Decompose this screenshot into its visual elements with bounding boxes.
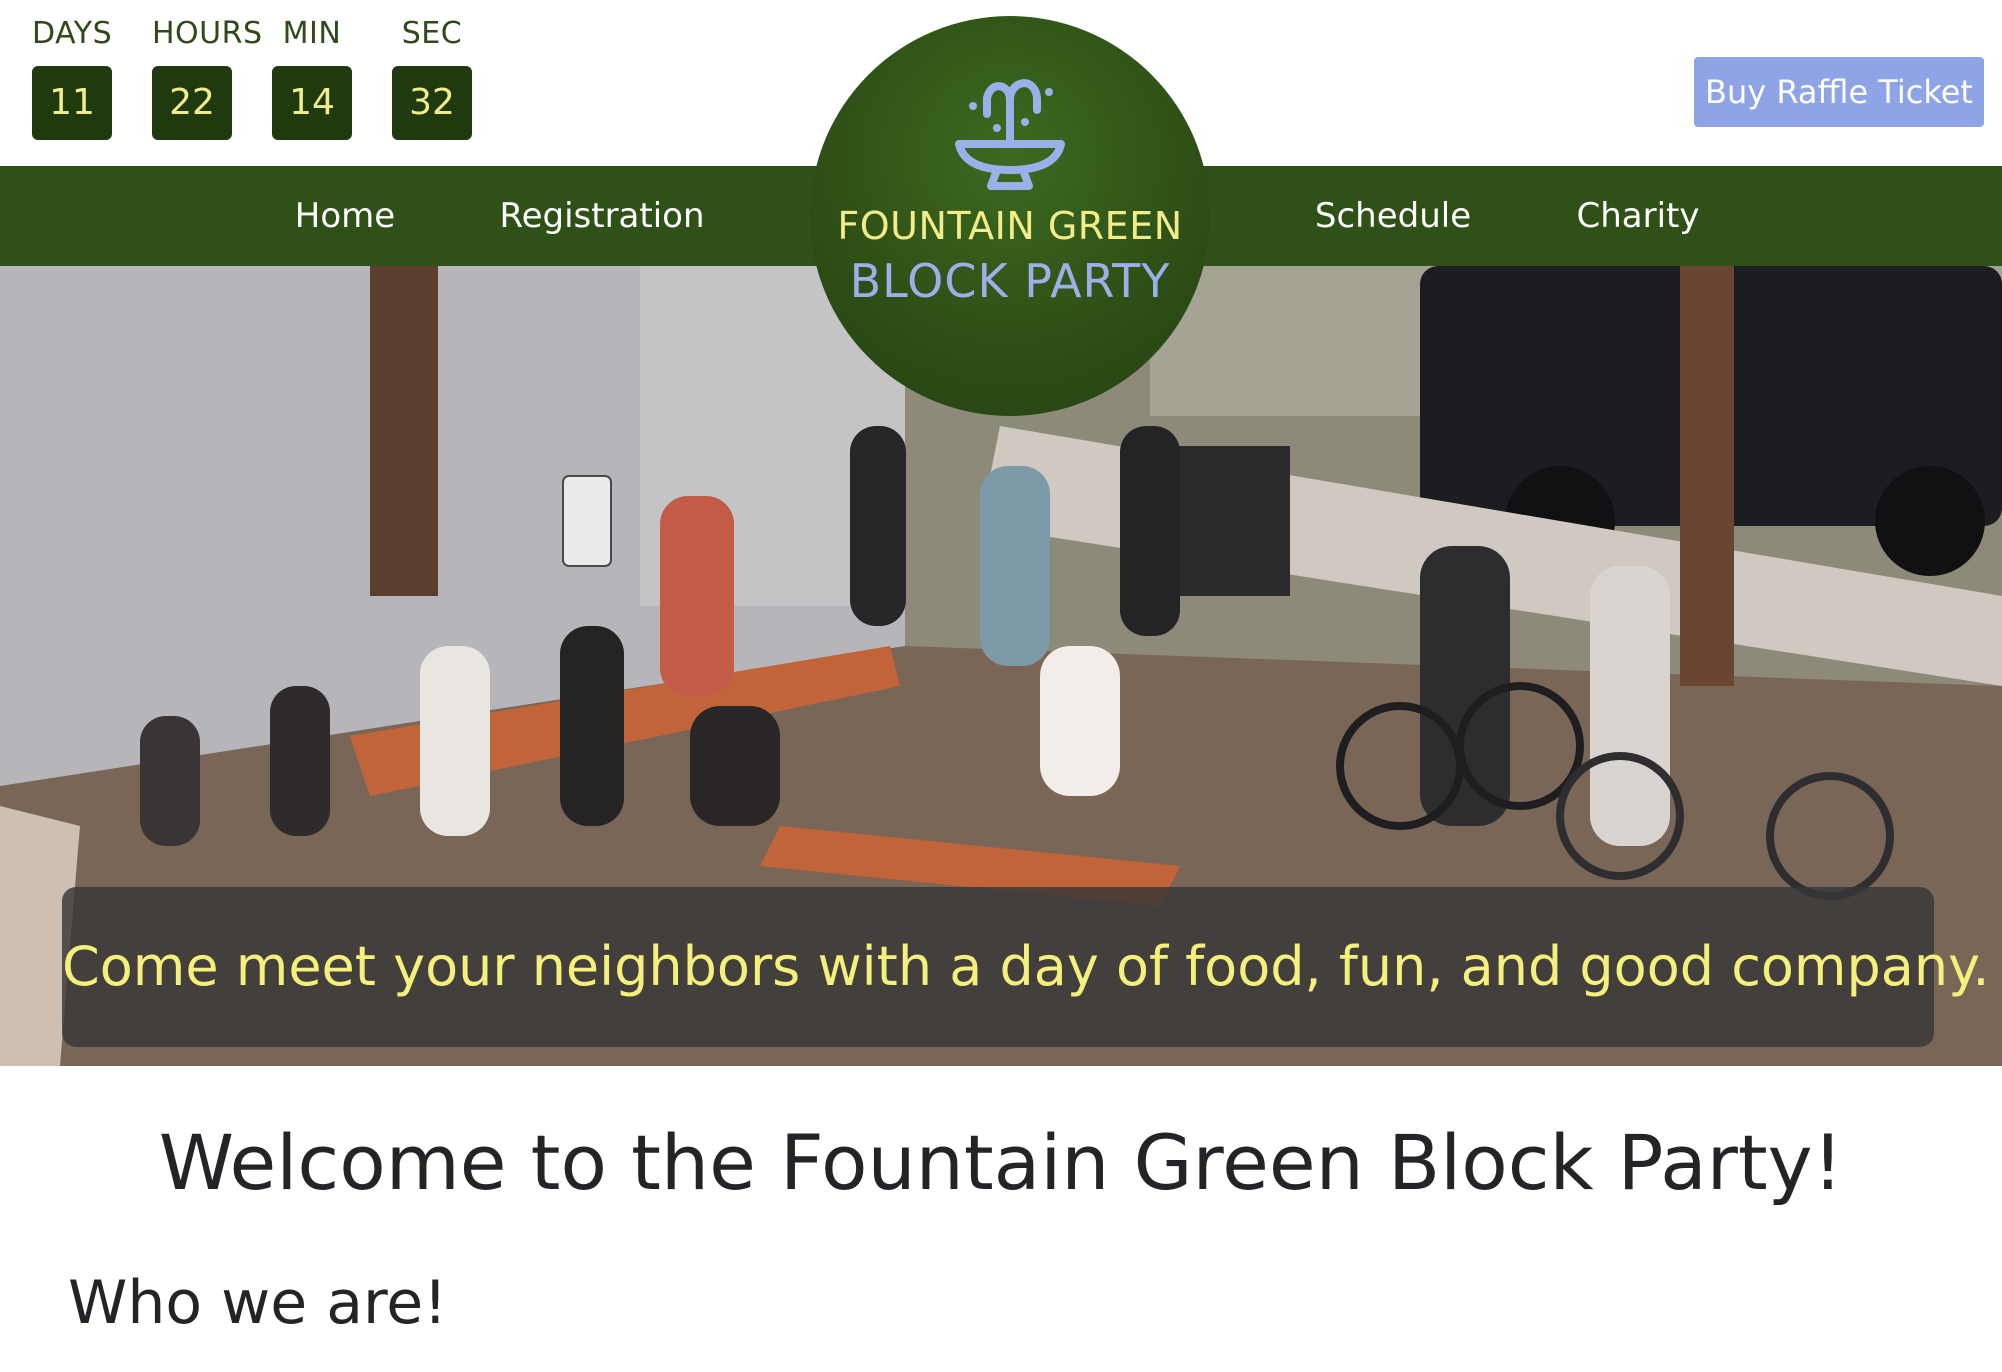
hero-caption: Come meet your neighbors with a day of f… [62, 887, 1990, 1047]
nav-item-registration[interactable]: Registration [499, 166, 704, 266]
countdown-min-value: 14 [272, 66, 352, 140]
countdown-timer: DAYS 11 HOURS 22 MIN 14 SEC 32 [0, 0, 520, 166]
fountain-icon [955, 79, 1065, 190]
countdown-days-value: 11 [32, 66, 112, 140]
who-we-are-heading: Who we are! [68, 1268, 448, 1338]
logo-title-line1: FOUNTAIN GREEN [837, 204, 1183, 248]
countdown-min-label: MIN [282, 16, 342, 51]
countdown-hours-value: 22 [152, 66, 232, 140]
welcome-heading: Welcome to the Fountain Green Block Part… [158, 1118, 1844, 1207]
countdown-days: DAYS 11 [32, 14, 112, 140]
site-logo[interactable]: FOUNTAIN GREEN BLOCK PARTY [810, 16, 1210, 416]
countdown-min: MIN 14 [272, 14, 352, 140]
nav-item-home[interactable]: Home [295, 166, 395, 266]
nav-item-schedule[interactable]: Schedule [1315, 166, 1471, 266]
countdown-days-label: DAYS [32, 16, 113, 51]
buy-raffle-ticket-button[interactable]: Buy Raffle Ticket [1694, 57, 1984, 127]
nav-item-charity[interactable]: Charity [1576, 166, 1699, 266]
countdown-hours: HOURS 22 [152, 14, 263, 140]
page: DAYS 11 HOURS 22 MIN 14 SEC 32 Buy Raffl… [0, 0, 2002, 1372]
logo-title-line2: BLOCK PARTY [849, 254, 1171, 308]
countdown-hours-label: HOURS [152, 16, 263, 51]
countdown-sec: SEC 32 [392, 14, 472, 140]
countdown-sec-value: 32 [392, 66, 472, 140]
countdown-sec-label: SEC [401, 16, 463, 51]
